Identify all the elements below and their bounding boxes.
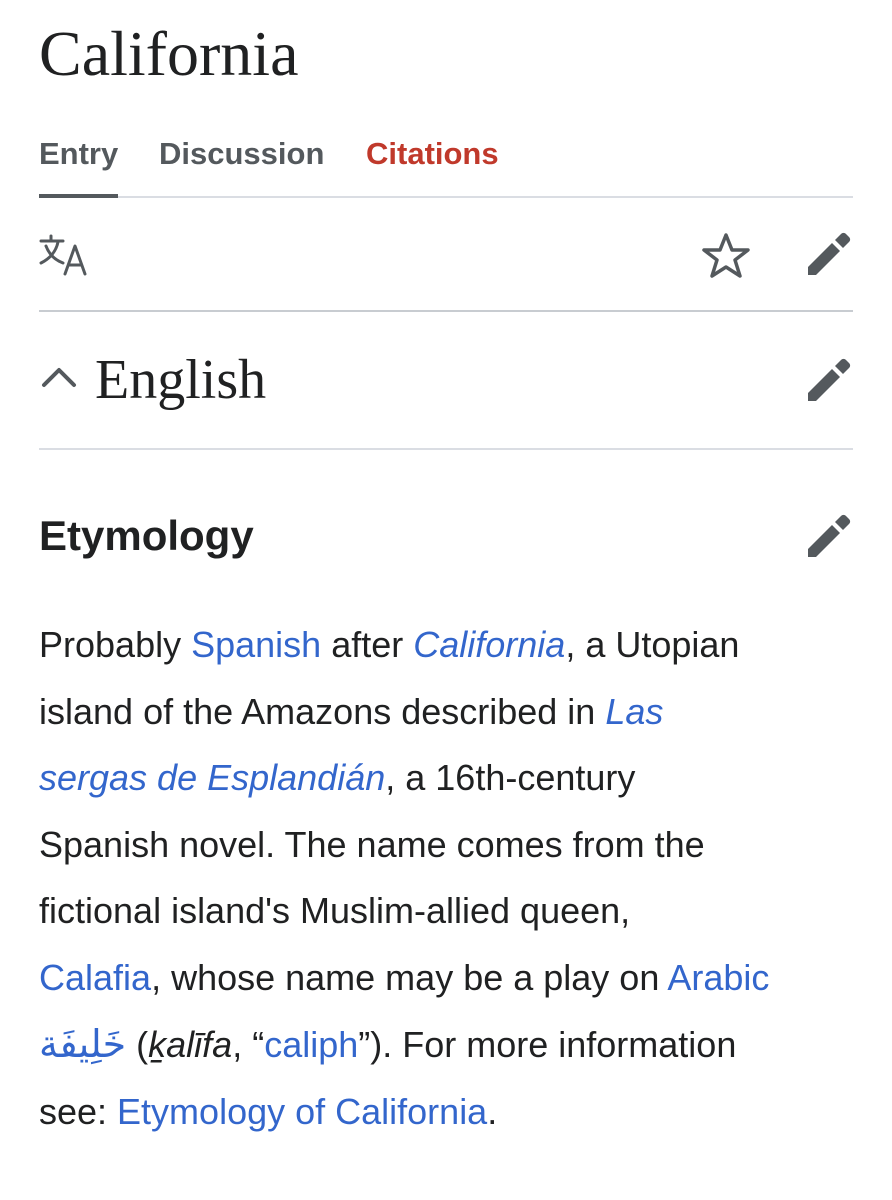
link-arabic[interactable]: Arabic xyxy=(667,957,769,998)
text-span: ( xyxy=(126,1024,149,1065)
text-span: , a 16th-century xyxy=(385,757,636,798)
text-line: see: Etymology of California. xyxy=(39,1079,853,1146)
namespace-tabs: Entry Discussion Citations xyxy=(39,126,853,198)
text-line: Spanish novel. The name comes from the xyxy=(39,812,853,879)
tab-entry[interactable]: Entry xyxy=(39,126,119,198)
text-line: sergas de Esplandián, a 16th-century xyxy=(39,745,853,812)
section-title: English xyxy=(95,349,267,411)
link-las-sergas[interactable]: Las xyxy=(605,691,663,732)
subsection-title: Etymology xyxy=(39,512,254,559)
text-span: . xyxy=(487,1090,498,1132)
star-icon[interactable] xyxy=(701,232,751,280)
text-line: خَلِيفَة (ḵalīfa, “caliph”). For more in… xyxy=(39,1011,853,1079)
link-caliph[interactable]: caliph xyxy=(264,1024,358,1065)
pencil-icon[interactable] xyxy=(805,230,853,278)
text-span: see: xyxy=(39,1090,118,1132)
text-line: fictional island's Muslim-allied queen, xyxy=(39,878,853,945)
transliteration: ḵalīfa xyxy=(148,1024,233,1065)
pencil-icon[interactable] xyxy=(805,512,853,560)
page-actions-toolbar xyxy=(39,198,853,312)
section-header-english[interactable]: English xyxy=(39,312,853,450)
link-las-sergas[interactable]: sergas de Esplandián xyxy=(39,757,385,798)
link-arabic-word[interactable]: خَلِيفَة xyxy=(39,1022,126,1066)
text-span: , a Utopian xyxy=(565,624,740,665)
link-calafia[interactable]: Calafia xyxy=(39,957,151,998)
text-span: after xyxy=(321,624,414,665)
text-line: Probably Spanish after California, a Uto… xyxy=(39,612,853,679)
text-span: Probably xyxy=(39,624,192,665)
text-span: Spanish novel. The name comes from the xyxy=(39,823,705,865)
text-span: fictional island's Muslim-allied queen, xyxy=(39,890,631,931)
tab-citations[interactable]: Citations xyxy=(366,126,499,196)
text-span: , whose name may be a play on xyxy=(151,956,668,998)
page-title: California xyxy=(39,18,299,89)
translate-icon[interactable] xyxy=(39,234,89,278)
link-etymology-of-california[interactable]: Etymology of California xyxy=(117,1091,487,1132)
text-line: island of the Amazons described in Las xyxy=(39,679,853,746)
text-span: island of the Amazons described in xyxy=(39,690,606,732)
etymology-paragraph: Probably Spanish after California, a Uto… xyxy=(39,612,853,1145)
link-spanish[interactable]: Spanish xyxy=(191,624,321,665)
tab-discussion[interactable]: Discussion xyxy=(159,126,324,196)
text-span: , “ xyxy=(232,1024,265,1065)
text-span: ”). For more information xyxy=(358,1024,737,1065)
pencil-icon[interactable] xyxy=(805,356,853,404)
text-line: Calafia, whose name may be a play on Ara… xyxy=(39,945,853,1012)
chevron-up-icon[interactable] xyxy=(39,364,79,390)
link-california[interactable]: California xyxy=(413,624,565,665)
